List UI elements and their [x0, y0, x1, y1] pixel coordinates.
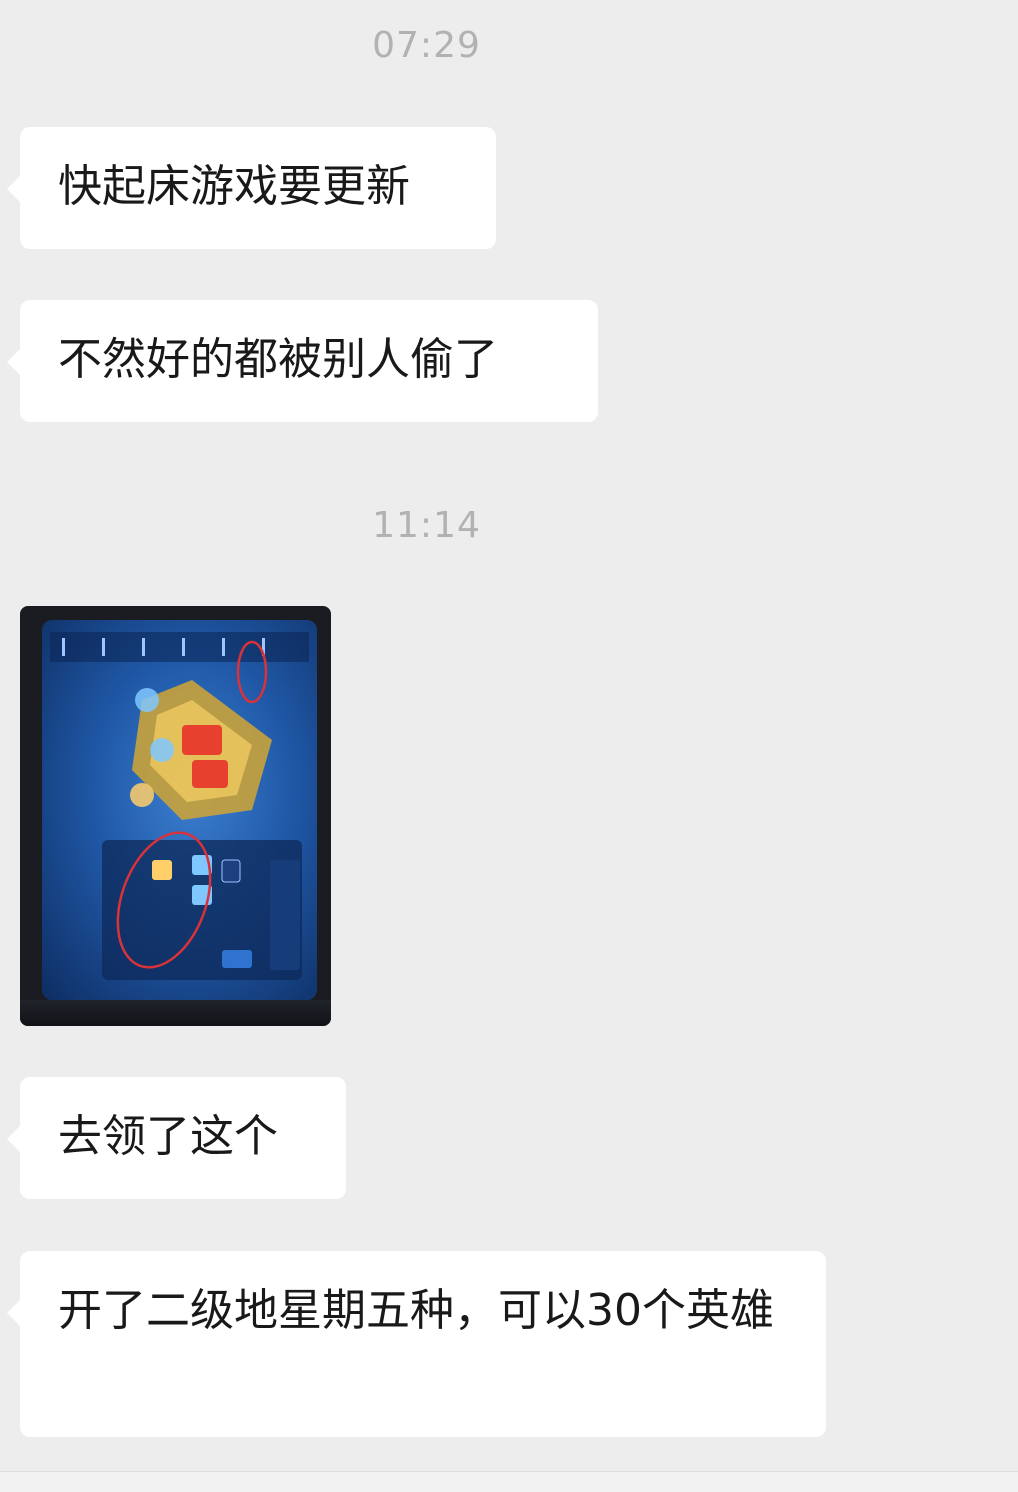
message-bubble-1[interactable]: 快起床游戏要更新	[7, 127, 496, 249]
message-text: 开了二级地星期五种，可以30个英雄	[58, 1285, 774, 1336]
bubble-tail	[7, 348, 21, 376]
game-screen-illustration	[50, 632, 309, 980]
message-text: 快起床游戏要更新	[58, 161, 410, 212]
timestamp-1114: 11:14	[372, 505, 481, 546]
message-bubble-4[interactable]: 开了二级地星期五种，可以30个英雄	[7, 1251, 826, 1437]
bottom-divider	[0, 1471, 1018, 1492]
image-message[interactable]	[20, 606, 331, 1026]
message-bubble-2[interactable]: 不然好的都被别人偷了	[7, 300, 598, 422]
bubble-tail	[7, 1125, 21, 1153]
photo-frame-bottom	[20, 1000, 331, 1026]
bubble-tail	[7, 175, 21, 203]
bubble-tail	[7, 1299, 21, 1327]
timestamp-0729: 07:29	[372, 25, 481, 66]
message-text: 去领了这个	[58, 1111, 278, 1162]
message-bubble-3[interactable]: 去领了这个	[7, 1077, 346, 1199]
message-text: 不然好的都被别人偷了	[58, 334, 498, 385]
game-screenshot-image	[42, 620, 317, 1000]
